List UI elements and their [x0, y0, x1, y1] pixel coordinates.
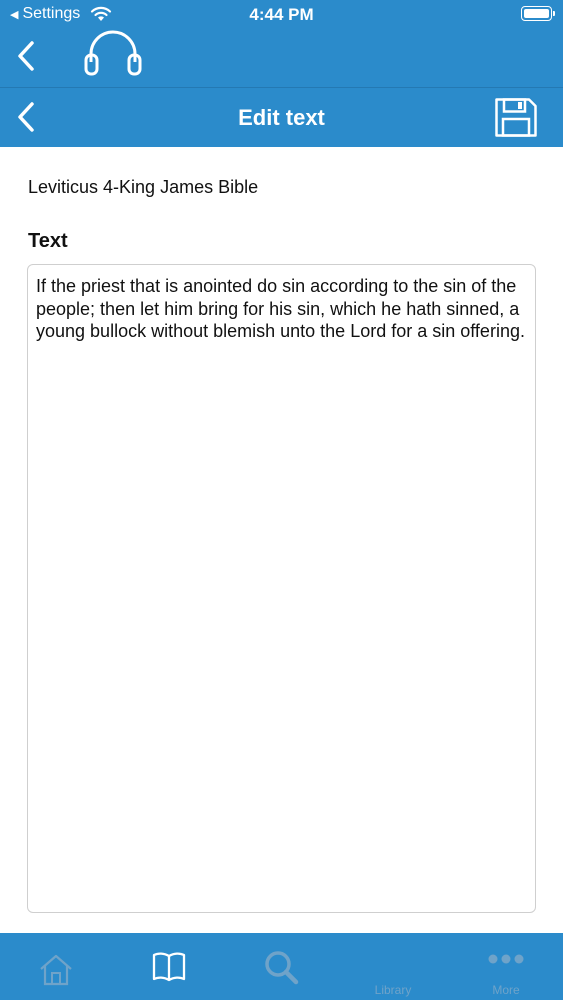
more-icon — [488, 954, 524, 964]
tab-library[interactable]: Library — [355, 933, 431, 1000]
tab-book[interactable] — [139, 933, 199, 1000]
tab-library-label: Library — [374, 983, 412, 997]
home-icon — [40, 954, 72, 986]
tab-bar: Library More — [0, 933, 563, 1000]
tab-search[interactable] — [251, 933, 311, 1000]
tab-more[interactable]: More — [470, 933, 542, 1000]
library-icon — [375, 947, 411, 983]
text-section-label: Text — [28, 230, 68, 252]
book-title: Leviticus 4-King James Bible — [28, 177, 259, 197]
page-title: Edit text — [238, 105, 325, 130]
status-bar: ◀ Settings 4:44 PM — [0, 0, 563, 28]
save-icon[interactable] — [494, 97, 538, 138]
status-time: 4:44 PM — [249, 5, 314, 24]
tab-home[interactable] — [26, 933, 86, 1000]
nav-bar: Edit text — [0, 88, 563, 147]
book-icon — [152, 952, 186, 982]
tab-more-label: More — [492, 983, 520, 997]
headphones-icon[interactable] — [81, 28, 145, 78]
search-icon — [265, 951, 299, 985]
battery-icon — [521, 6, 555, 21]
text-editor[interactable]: If the priest that is anointed do sin ac… — [27, 264, 536, 913]
chevron-left-icon[interactable] — [10, 38, 46, 74]
screen: ◀ Settings 4:44 PM Edit text Leviticus 4… — [0, 0, 563, 1000]
app-bar — [0, 28, 563, 86]
